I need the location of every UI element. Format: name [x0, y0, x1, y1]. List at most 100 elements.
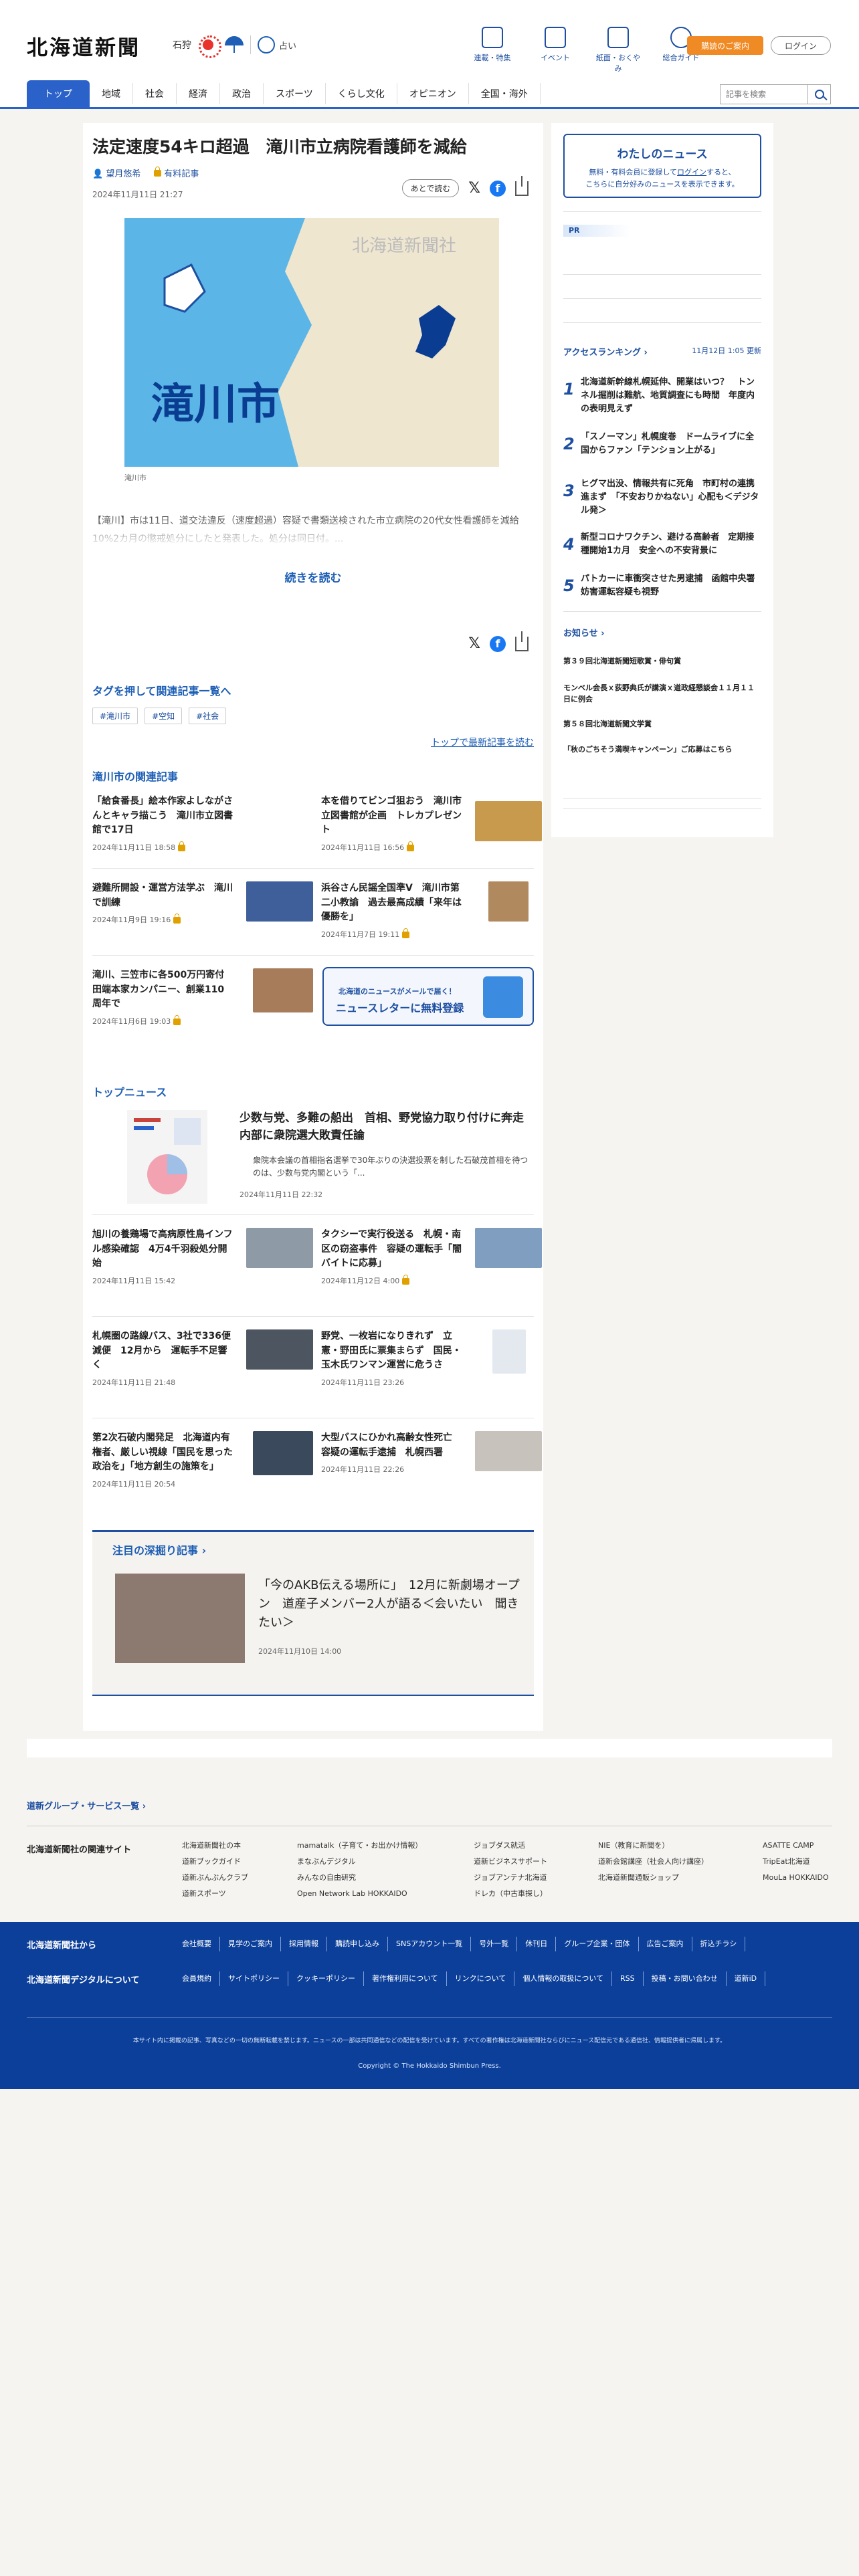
site-logo[interactable]: 北海道新聞 — [27, 31, 140, 61]
related-site-link[interactable]: 北海道新聞社の本 — [182, 1838, 248, 1854]
tab-region[interactable]: 地域 — [90, 83, 133, 104]
related-site-link[interactable]: 道新スポーツ — [182, 1886, 248, 1902]
article-date: 2024年11月11日 21:27 — [92, 190, 183, 199]
footer-link[interactable]: サイトポリシー — [228, 1971, 288, 1986]
footer-link[interactable]: 広告ご案内 — [647, 1937, 692, 1951]
x-share-icon[interactable]: 𝕏 — [468, 635, 480, 652]
subscribe-button[interactable]: 購読のご案内 — [687, 36, 763, 55]
tab-sports[interactable]: スポーツ — [264, 83, 326, 104]
login-button[interactable]: ログイン — [771, 36, 831, 55]
ranking-item[interactable]: 2 「スノーマン」札幌度巻 ドームライブに全国からファン「テンション上がる」 — [563, 431, 761, 477]
nav-series[interactable]: 連載・特集 — [468, 27, 516, 74]
fortune-link[interactable]: 占い — [258, 36, 296, 53]
footer-link[interactable]: 購読申し込み — [335, 1937, 388, 1951]
footer-link[interactable]: 個人情報の取扱について — [522, 1971, 613, 1986]
topnews-article[interactable]: 第2次石破内閣発足 北海道内有権者、厳しい視線「国民を思った政治を」「地方創生の… — [92, 1431, 313, 1511]
related-site-link[interactable]: 北海道新聞通販ショップ — [598, 1870, 708, 1886]
notice-item[interactable]: 第３９回北海道新聞短歌賞・俳句賞 — [563, 655, 761, 667]
related-site-link[interactable]: Open Network Lab HOKKAIDO — [297, 1886, 422, 1902]
tag-item[interactable]: #滝川市 — [92, 708, 138, 724]
related-site-link[interactable]: まなぶんデジタル — [297, 1854, 422, 1870]
tab-top[interactable]: トップ — [27, 80, 90, 107]
notice-heading[interactable]: お知らせ › — [563, 626, 605, 639]
tab-culture[interactable]: くらし文化 — [326, 83, 397, 104]
search-icon[interactable] — [807, 85, 830, 104]
tab-world[interactable]: 全国・海外 — [469, 83, 541, 104]
read-later-button[interactable]: あとで読む — [401, 179, 460, 197]
nav-paper[interactable]: 紙面・おくやみ — [594, 27, 642, 74]
related-article[interactable]: 「給食番長」絵本作家よしながさんとキャラ描こう 滝川市立図書館で17日 2024… — [92, 794, 313, 875]
related-site-link[interactable]: 道新会館講座（社会人向け講座） — [598, 1854, 708, 1870]
facebook-share-icon[interactable]: f — [490, 635, 506, 652]
author-name[interactable]: 👤 望月悠希 — [92, 167, 140, 179]
tab-politics[interactable]: 政治 — [220, 83, 264, 104]
top-latest-link[interactable]: トップで最新記事を読む — [431, 736, 534, 749]
footer-link[interactable]: 見学のご案内 — [228, 1937, 281, 1951]
topnews-article[interactable]: 札幌圏の路線バス、3社で336便減便 12月から 運転手不足響く 2024年11… — [92, 1329, 313, 1410]
ranking-heading[interactable]: アクセスランキング › 11月12日 1:05 更新 — [563, 345, 761, 358]
related-article[interactable]: 避難所開設・運営方法学ぶ 滝川で訓練 2024年11月9日 19:16 — [92, 881, 313, 962]
read-more-button[interactable]: 続きを読む — [83, 568, 543, 585]
footer-link[interactable]: RSS — [620, 1971, 644, 1986]
related-site-link[interactable]: ドレカ（中古車探し） — [474, 1886, 547, 1902]
tab-society[interactable]: 社会 — [133, 83, 177, 104]
image-city-text: 滝川市 — [151, 380, 280, 429]
footer-link[interactable]: 折込チラシ — [700, 1937, 746, 1951]
ranking-item[interactable]: 4 新型コロナワクチン、避ける高齢者 定期接種開始1カ月 安全への不安背景に — [563, 531, 761, 578]
footer-link[interactable]: 投稿・お問い合わせ — [652, 1971, 727, 1986]
search-input[interactable] — [721, 85, 807, 104]
footer-link[interactable]: 道新iD — [735, 1971, 766, 1986]
tab-economy[interactable]: 経済 — [177, 83, 220, 104]
topnews-article[interactable]: 旭川の養鶏場で高病原性鳥インフル感染確認 4万4千羽殺処分開始 2024年11月… — [92, 1228, 313, 1308]
related-site-link[interactable]: TripEat北海道 — [763, 1854, 829, 1870]
ranking-item[interactable]: 3 ヒグマ出没、情報共有に死角 市町村の連携進まず 「不安おりかねない」心配も＜デ… — [563, 477, 761, 524]
related-article[interactable]: 滝川、三笠市に各500万円寄付 田端本家カンパニー、創業110周年で 2024年… — [92, 968, 313, 1049]
related-site-link[interactable]: みんなの自由研究 — [297, 1870, 422, 1886]
footer-link[interactable]: 休刊日 — [525, 1937, 557, 1951]
footer-link[interactable]: グループ企業・団体 — [564, 1937, 639, 1951]
footer-link[interactable]: 会社概要 — [182, 1937, 220, 1951]
notice-item[interactable]: モンベル会長ｘ荻野典氏が講演ｘ道政経懇談会１１月１１日に例会 — [563, 682, 761, 705]
tag-item[interactable]: #空知 — [145, 708, 183, 724]
login-link[interactable]: ログイン — [677, 168, 706, 177]
related-site-link[interactable]: 道新ブックガイド — [182, 1854, 248, 1870]
footer-link[interactable]: 号外一覧 — [479, 1937, 518, 1951]
footer-link[interactable]: 採用情報 — [289, 1937, 327, 1951]
weather-widget[interactable]: 石狩 占い — [173, 35, 296, 58]
topnews-article[interactable]: タクシーで実行役送る 札幌・南区の窃盗事件 容疑の運転手「闇バイトに応募」 20… — [321, 1228, 542, 1308]
footer-link[interactable]: 著作権利用について — [372, 1971, 447, 1986]
featured-deep-dive[interactable]: 注目の深掘り記事 › 「今のAKB伝える場所に」 12月に新劇場オープン 道産子… — [92, 1530, 534, 1696]
related-site-link[interactable]: MouLa HOKKAIDO — [763, 1870, 829, 1886]
group-services-link[interactable]: 道新グループ・サービス一覧 › — [27, 1799, 146, 1812]
tab-opinion[interactable]: オピニオン — [397, 83, 469, 104]
related-article[interactable]: 浜谷さん民謡全国準V 滝川市第二小教諭 過去最高成績「来年は優勝を」 2024年… — [321, 881, 542, 962]
facebook-share-icon[interactable]: f — [490, 180, 506, 197]
x-share-icon[interactable]: 𝕏 — [468, 180, 480, 197]
notice-item[interactable]: 「秋のごちそう満喫キャンペーン」ご応募はこちら — [563, 744, 761, 755]
ranking-item[interactable]: 5 パトカーに車衝突させた男逮捕 函館中央署 妨害運転容疑も視野 — [563, 572, 763, 619]
footer-link[interactable]: 会員規約 — [182, 1971, 220, 1986]
related-site-link[interactable]: ジョブダス就活 — [474, 1838, 547, 1854]
topnews-hero[interactable]: 少数与党、多難の船出 首相、野党協力取り付けに奔走 内部に衆院選大敗責任論 衆院… — [92, 1110, 535, 1217]
related-site-link[interactable]: 道新ぶんぶんクラブ — [182, 1870, 248, 1886]
share-icon[interactable] — [515, 175, 529, 196]
tag-item[interactable]: #社会 — [189, 708, 227, 724]
footer-link[interactable]: リンクについて — [455, 1971, 515, 1986]
footer-link[interactable]: SNSアカウント一覧 — [396, 1937, 472, 1951]
notice-item[interactable]: 第５８回北海道新聞文学賞 — [563, 718, 761, 730]
footer-link[interactable]: クッキーポリシー — [296, 1971, 364, 1986]
topnews-article[interactable]: 大型バスにひかれ高齢女性死亡 容疑の運転手逮捕 札幌西署 2024年11月11日… — [321, 1431, 542, 1511]
share-icon[interactable] — [515, 631, 529, 651]
related-article[interactable]: 本を借りてビンゴ狙おう 滝川市立図書館が企画 トレカプレゼント 2024年11月… — [321, 794, 542, 875]
related-site-link[interactable]: NIE（教育に新聞を） — [598, 1838, 708, 1854]
newsletter-banner[interactable]: 北海道のニュースがメールで届く！ ニュースレターに無料登録 — [322, 967, 534, 1026]
related-site-link[interactable]: mamatalk（子育て・お出かけ情報） — [297, 1838, 422, 1854]
related-site-link[interactable]: ASATTE CAMP — [763, 1838, 829, 1854]
sunny-icon — [198, 35, 221, 58]
ranking-item[interactable]: 1 北海道新幹線札幌延伸、開業はいつ？ トンネル掘削は難航、地質調査にも時間 年度… — [563, 376, 761, 423]
related-site-link[interactable]: 道新ビジネスサポート — [474, 1854, 547, 1870]
topnews-article[interactable]: 野党、一枚岩になりきれず 立憲・野田氏に票集まらず 国民・玉木氏ワンマン運営に危… — [321, 1329, 542, 1410]
nav-events[interactable]: イベント — [531, 27, 579, 74]
share-bar: あとで読む 𝕏 f — [401, 175, 529, 197]
related-site-link[interactable]: ジョブアンテナ北海道 — [474, 1870, 547, 1886]
